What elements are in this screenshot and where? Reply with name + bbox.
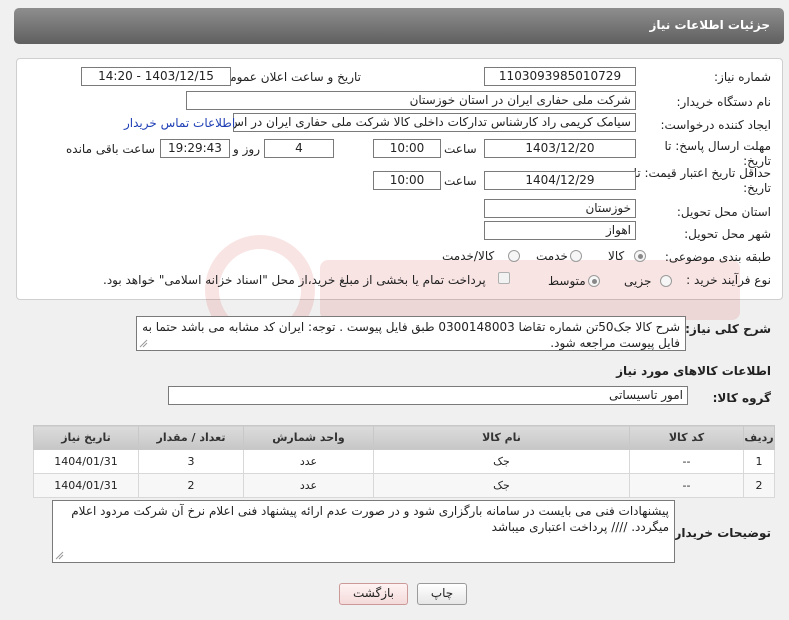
- buyer-org-label: نام دستگاه خریدار:: [676, 95, 772, 109]
- creator-field: سیامک کریمی راد کارشناس تدارکات داخلی کا…: [233, 113, 636, 132]
- cell-name: جک: [373, 449, 630, 474]
- city-field: اهواز: [484, 221, 636, 240]
- validity-time-field: 10:00: [373, 171, 441, 190]
- city-label: شهر محل تحویل:: [684, 227, 771, 241]
- cell-date: 1404/01/31: [33, 473, 139, 498]
- buyer-notes-text: پیشنهادات فنی می بایست در سامانه بارگزار…: [52, 500, 675, 563]
- remaining-time-field: 19:29:43: [160, 139, 230, 158]
- payment-note: پرداخت تمام یا بخشی از مبلغ خرید،از محل …: [103, 273, 486, 287]
- deadline-date-field: 1403/12/20: [484, 139, 636, 158]
- cell-row: 1: [743, 449, 775, 474]
- announce-field: 1403/12/15 - 14:20: [81, 67, 231, 86]
- category-label: طبقه بندی موضوعی:: [664, 250, 771, 264]
- category-option-goods: کالا: [608, 249, 625, 263]
- back-button[interactable]: بازگشت: [339, 583, 408, 605]
- cell-qty: 2: [138, 473, 244, 498]
- buyer-org-field: شرکت ملی حفاری ایران در استان خوزستان: [186, 91, 636, 110]
- process-radio-medium[interactable]: [588, 275, 600, 287]
- col-code: کد کالا: [629, 425, 744, 450]
- col-qty: تعداد / مقدار: [138, 425, 244, 450]
- days-field: 4: [264, 139, 334, 158]
- category-radio-service[interactable]: [570, 250, 582, 262]
- process-label: نوع فرآیند خرید :: [686, 273, 771, 287]
- need-number-field: 1103093985010729: [484, 67, 636, 86]
- process-radio-minor[interactable]: [660, 275, 672, 287]
- table-header-row: ردیف کد کالا نام کالا واحد شمارش تعداد /…: [33, 425, 775, 450]
- deadline-label: مهلت ارسال پاسخ: تا: [664, 139, 771, 153]
- resize-grip-icon[interactable]: [55, 551, 64, 560]
- resize-grip-icon[interactable]: [139, 339, 148, 348]
- creator-label: ایجاد کننده درخواست:: [660, 118, 771, 132]
- remaining-label: ساعت باقی مانده: [66, 142, 156, 156]
- table-row: 1 -- جک عدد 3 1404/01/31: [33, 449, 775, 474]
- print-button[interactable]: چاپ: [417, 583, 467, 605]
- cell-date: 1404/01/31: [33, 449, 139, 474]
- announce-label: تاریخ و ساعت اعلان عمومی:: [216, 70, 361, 84]
- cell-code: --: [629, 449, 744, 474]
- col-name: نام کالا: [373, 425, 630, 450]
- col-unit: واحد شمارش: [243, 425, 374, 450]
- page-title: جزئیات اطلاعات نیاز: [649, 18, 770, 32]
- cell-unit: عدد: [243, 449, 374, 474]
- category-radio-both[interactable]: [508, 250, 520, 262]
- category-option-both: کالا/خدمت: [442, 249, 495, 263]
- goods-group-label: گروه کالا:: [712, 391, 771, 405]
- validity-label: حداقل تاریخ اعتبار قیمت: تا: [633, 166, 771, 180]
- page-header: جزئیات اطلاعات نیاز: [14, 8, 784, 44]
- deadline-time-label: ساعت: [444, 142, 477, 156]
- goods-table: ردیف کد کالا نام کالا واحد شمارش تعداد /…: [33, 425, 775, 498]
- table-row: 2 -- جک عدد 2 1404/01/31: [33, 473, 775, 498]
- col-row: ردیف: [743, 425, 775, 450]
- need-number-label: شماره نیاز:: [714, 70, 771, 84]
- cell-code: --: [629, 473, 744, 498]
- description-label: شرح کلی نیاز:: [685, 322, 771, 336]
- process-option-minor: جزیی: [624, 274, 652, 288]
- validity-date-field: 1404/12/29: [484, 171, 636, 190]
- col-date: تاریخ نیاز: [33, 425, 139, 450]
- cell-qty: 3: [138, 449, 244, 474]
- process-option-medium: متوسط: [548, 274, 586, 288]
- treasury-checkbox[interactable]: [498, 272, 510, 284]
- goods-section-title: اطلاعات کالاهای مورد نیاز: [616, 364, 771, 378]
- buyer-contact-link[interactable]: اطلاعات تماس خریدار: [124, 116, 235, 130]
- category-radio-goods[interactable]: [634, 250, 646, 262]
- goods-group-field: امور تاسیساتی: [168, 386, 688, 405]
- province-field: خوزستان: [484, 199, 636, 218]
- province-label: استان محل تحویل:: [676, 205, 771, 219]
- cell-unit: عدد: [243, 473, 374, 498]
- buyer-notes-label: توضیحات خریدار:: [669, 526, 771, 540]
- validity-time-label: ساعت: [444, 174, 477, 188]
- description-text: شرح کالا جک50تن شماره تقاضا 0300148003 ط…: [136, 316, 686, 351]
- deadline-time-field: 10:00: [373, 139, 441, 158]
- category-option-service: خدمت: [536, 249, 568, 263]
- days-label: روز و: [233, 142, 260, 156]
- cell-name: جک: [373, 473, 630, 498]
- validity-date-label: تاریخ:: [743, 181, 771, 195]
- cell-row: 2: [743, 473, 775, 498]
